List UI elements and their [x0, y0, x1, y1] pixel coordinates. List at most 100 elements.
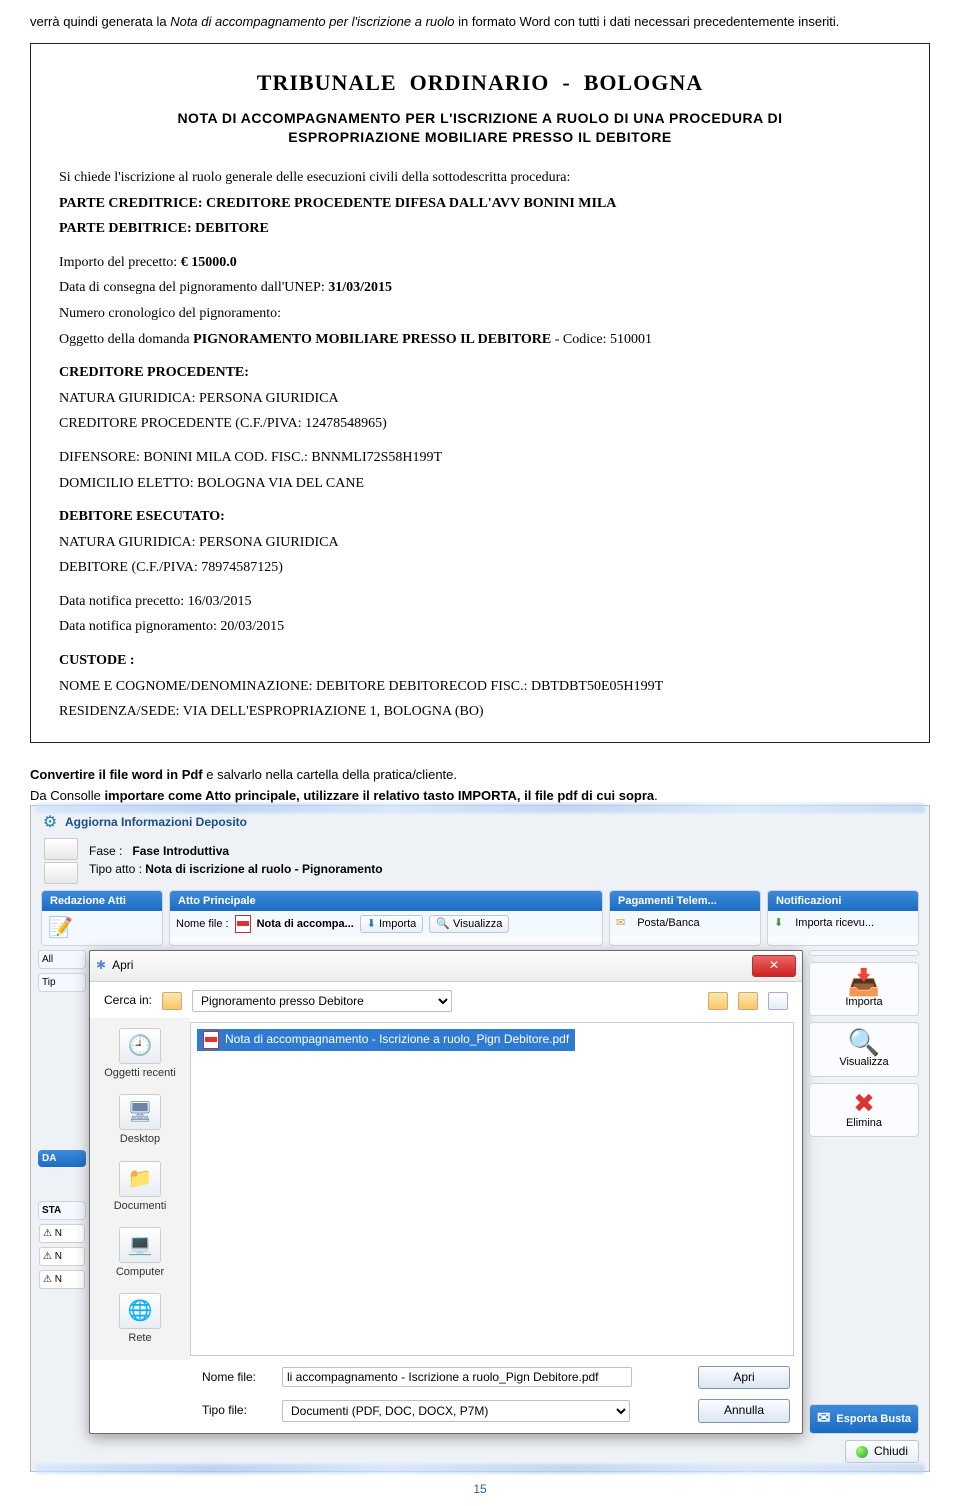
- visualizza-side-button[interactable]: 🔍Visualizza: [809, 1022, 919, 1076]
- cerca-in-label: Cerca in:: [104, 993, 152, 1009]
- view-menu-icon[interactable]: [768, 992, 788, 1010]
- ok-dot-icon: [856, 1446, 868, 1458]
- instruction-import: Da Consolle importare come Atto principa…: [30, 788, 930, 803]
- panel-redazione-atti: Redazione Atti 📝: [41, 890, 163, 946]
- right-action-bar: 📥Importa 🔍Visualizza ✖Elimina ✉Esporta B…: [809, 950, 919, 1434]
- word-document-preview: TRIBUNALE ORDINARIO - BOLOGNA NOTA DI AC…: [30, 43, 930, 743]
- file-open-dialog: ✱ Apri ✕ Cerca in: Pignoramento presso D…: [89, 950, 803, 1434]
- pdf-icon: [203, 1031, 219, 1049]
- nome-file-label: Nome file:: [202, 1370, 272, 1386]
- cerca-in-select[interactable]: Pignoramento presso Debitore: [192, 990, 452, 1012]
- places-bar: 🕘Oggetti recenti 🖥Desktop 📁Documenti 💻Co…: [90, 1018, 190, 1359]
- posta-banca-button[interactable]: Posta/Banca: [631, 915, 705, 931]
- file-list-area[interactable]: Nota di accompagnamento - Iscrizione a r…: [190, 1022, 794, 1355]
- panel-pagamenti: Pagamenti Telem... ✉ Posta/Banca: [609, 890, 761, 946]
- doc-line: Numero cronologico del pignoramento:: [59, 304, 901, 324]
- annulla-button[interactable]: Annulla: [698, 1399, 790, 1423]
- fase-value: Fase Introduttiva: [132, 844, 229, 858]
- download-icon: ⬇: [774, 916, 783, 930]
- panel-header: Redazione Atti: [42, 891, 162, 911]
- mail-icon: ✉: [616, 916, 625, 930]
- dialog-title: Apri: [112, 958, 752, 974]
- chiudi-button[interactable]: Chiudi: [845, 1440, 919, 1464]
- esporta-busta-button[interactable]: ✉Esporta Busta: [809, 1404, 919, 1434]
- warn-stub: ⚠ N: [39, 1270, 85, 1289]
- consolle-app-window: ⚙ Aggiorna Informazioni Deposito Fase : …: [30, 805, 930, 1473]
- doc-line: NATURA GIURIDICA: PERSONA GIURIDICA: [59, 389, 901, 409]
- doc-line: Oggetto della domanda PIGNORAMENTO MOBIL…: [59, 330, 901, 350]
- doc-line: CREDITORE PROCEDENTE (C.F./PIVA: 1247854…: [59, 414, 901, 434]
- close-button[interactable]: ✕: [752, 955, 796, 977]
- doc-line: NATURA GIURIDICA: PERSONA GIURIDICA: [59, 533, 901, 553]
- importa-ricevute-button[interactable]: Importa ricevu...: [789, 915, 880, 931]
- new-folder-icon[interactable]: [738, 992, 758, 1010]
- warn-stub: ⚠ N: [39, 1224, 85, 1243]
- tipo-file-select[interactable]: Documenti (PDF, DOC, DOCX, P7M): [282, 1400, 630, 1422]
- nome-file-label: Nome file :: [176, 917, 229, 931]
- visualizza-button[interactable]: 🔍Visualizza: [429, 915, 509, 933]
- doc-heading-nota: NOTA DI ACCOMPAGNAMENTO PER L'ISCRIZIONE…: [59, 109, 901, 148]
- stub: All: [38, 950, 86, 969]
- doc-line: PARTE CREDITRICE: CREDITORE PROCEDENTE D…: [59, 194, 901, 214]
- stub: STA: [38, 1201, 86, 1220]
- up-folder-icon[interactable]: [708, 992, 728, 1010]
- doc-line: DEBITORE (C.F./PIVA: 78974587125): [59, 558, 901, 578]
- step-icons: [41, 838, 81, 884]
- instruction-convert: Convertire il file word in Pdf e salvarl…: [30, 767, 930, 782]
- tipo-file-label: Tipo file:: [202, 1403, 272, 1419]
- doc-line: DOMICILIO ELETTO: BOLOGNA VIA DEL CANE: [59, 474, 901, 494]
- importa-side-button[interactable]: 📥Importa: [809, 962, 919, 1016]
- warn-stub: ⚠ N: [39, 1247, 85, 1266]
- doc-line: Importo del precetto: € 15000.0: [59, 253, 901, 273]
- importa-button[interactable]: ⬇Importa: [360, 915, 424, 933]
- doc-line: CREDITORE PROCEDENTE:: [59, 363, 901, 383]
- apri-button[interactable]: Apri: [698, 1366, 790, 1390]
- import-icon: ⬇: [367, 917, 376, 931]
- panel-notificazioni: Notificazioni ⬇ Importa ricevu...: [767, 890, 919, 946]
- tipo-atto-value: Nota di iscrizione al ruolo - Pignoramen…: [145, 862, 382, 876]
- stub: [809, 950, 919, 956]
- doc-line: CUSTODE :: [59, 651, 901, 671]
- intro-text: verrà quindi generata la Nota di accompa…: [30, 14, 930, 29]
- doc-line: PARTE DEBITRICE: DEBITORE: [59, 219, 901, 239]
- eye-icon: 🔍: [436, 917, 450, 931]
- place-documents[interactable]: 📁Documenti: [114, 1161, 167, 1213]
- selected-file-name: Nota di accompagnamento - Iscrizione a r…: [225, 1032, 569, 1048]
- panel-atto-principale: Atto Principale Nome file : Nota di acco…: [169, 890, 603, 946]
- panel-header: Atto Principale: [170, 891, 602, 911]
- delete-icon: ✖: [853, 1090, 875, 1116]
- nome-file-value: Nota di accompa...: [257, 917, 354, 931]
- elimina-side-button[interactable]: ✖Elimina: [809, 1083, 919, 1137]
- export-icon: ✉: [817, 1411, 830, 1427]
- place-network[interactable]: 🌐Rete: [119, 1293, 161, 1345]
- place-recent[interactable]: 🕘Oggetti recenti: [104, 1028, 176, 1080]
- fase-label: Fase :: [89, 844, 122, 858]
- place-desktop[interactable]: 🖥Desktop: [119, 1094, 161, 1146]
- doc-line: Data di consegna del pignoramento dall'U…: [59, 278, 901, 298]
- sparkle-icon: ✱: [96, 958, 106, 974]
- panel-header: Pagamenti Telem...: [610, 891, 760, 911]
- doc-heading-tribunale: TRIBUNALE ORDINARIO - BOLOGNA: [59, 68, 901, 99]
- tipo-atto-label: Tipo atto :: [89, 862, 142, 876]
- doc-line: DEBITORE ESECUTATO:: [59, 507, 901, 527]
- gear-icon: ⚙: [41, 814, 59, 832]
- doc-line: Data notifica pignoramento: 20/03/2015: [59, 617, 901, 637]
- nome-file-input[interactable]: [282, 1367, 632, 1387]
- folder-icon: [162, 992, 182, 1010]
- view-icon: 🔍: [848, 1029, 880, 1055]
- place-computer[interactable]: 💻Computer: [116, 1227, 164, 1279]
- doc-line: Si chiede l'iscrizione al ruolo generale…: [59, 168, 901, 188]
- pdf-icon: [235, 915, 251, 933]
- selected-file[interactable]: Nota di accompagnamento - Iscrizione a r…: [197, 1029, 575, 1051]
- import-icon: 📥: [848, 969, 880, 995]
- left-column-fragments: All Tip DA STA ⚠ N ⚠ N ⚠ N: [41, 950, 83, 1434]
- stub: DA: [38, 1150, 86, 1167]
- doc-line: RESIDENZA/SEDE: VIA DELL'ESPROPRIAZIONE …: [59, 702, 901, 722]
- doc-line: Data notifica precetto: 16/03/2015: [59, 592, 901, 612]
- page-number: 15: [30, 1482, 930, 1496]
- doc-line: NOME E COGNOME/DENOMINAZIONE: DEBITORE D…: [59, 677, 901, 697]
- word-icon[interactable]: 📝: [48, 915, 73, 941]
- panel-header: Notificazioni: [768, 891, 918, 911]
- stub: Tip: [38, 973, 86, 992]
- app-title: Aggiorna Informazioni Deposito: [65, 815, 247, 831]
